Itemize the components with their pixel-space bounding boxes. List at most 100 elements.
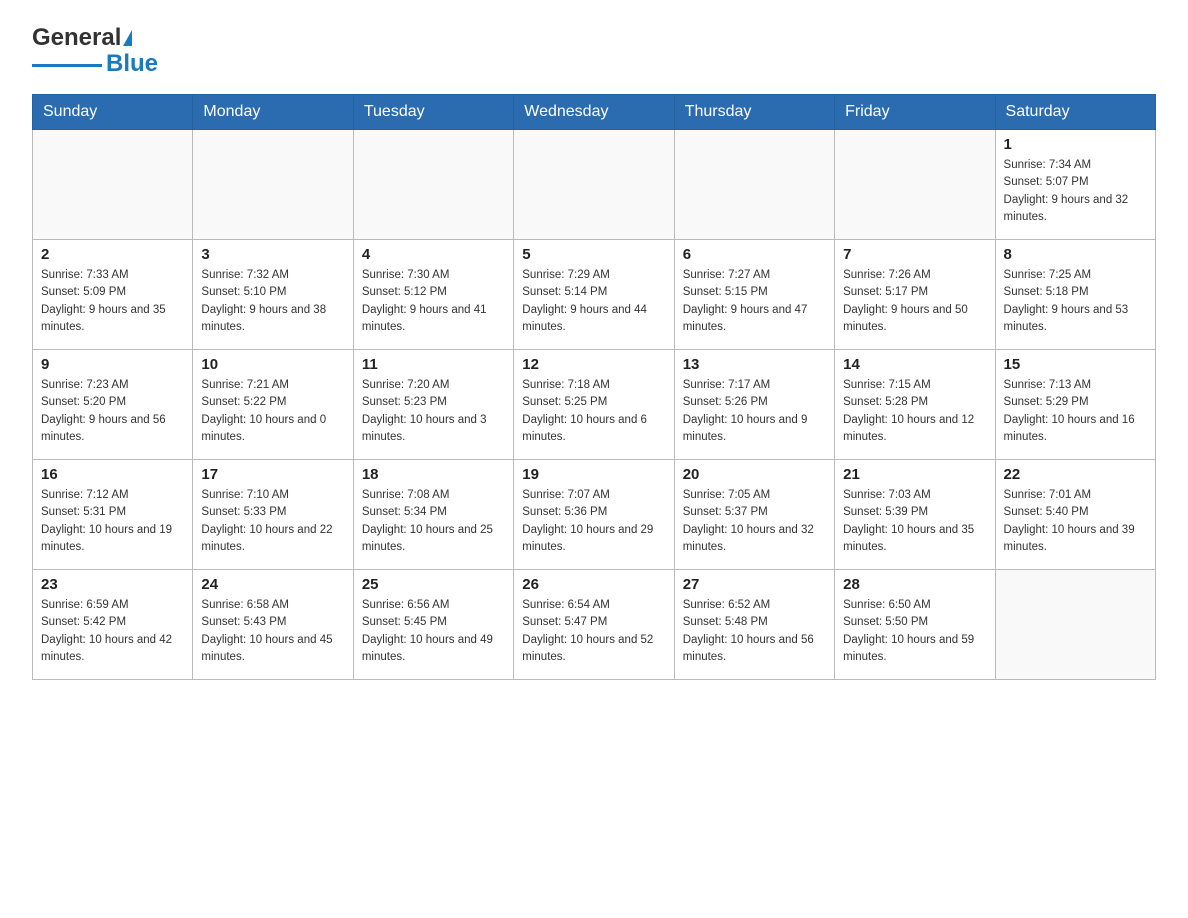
calendar-cell: [514, 130, 674, 240]
day-info: Sunrise: 6:58 AMSunset: 5:43 PMDaylight:…: [201, 597, 344, 666]
calendar-week-5: 23 Sunrise: 6:59 AMSunset: 5:42 PMDayligh…: [33, 570, 1156, 680]
day-info: Sunrise: 7:15 AMSunset: 5:28 PMDaylight:…: [843, 377, 986, 446]
day-number: 1: [1004, 136, 1147, 153]
column-header-friday: Friday: [835, 95, 995, 130]
day-number: 26: [522, 576, 665, 593]
logo-triangle-icon: [123, 30, 132, 46]
day-number: 22: [1004, 466, 1147, 483]
day-info: Sunrise: 7:27 AMSunset: 5:15 PMDaylight:…: [683, 267, 826, 336]
day-number: 23: [41, 576, 184, 593]
calendar-cell: 13 Sunrise: 7:17 AMSunset: 5:26 PMDayligh…: [674, 350, 834, 460]
day-info: Sunrise: 7:08 AMSunset: 5:34 PMDaylight:…: [362, 487, 505, 556]
logo: General Blue: [32, 24, 158, 78]
logo-wordmark: General: [32, 24, 132, 52]
day-info: Sunrise: 7:05 AMSunset: 5:37 PMDaylight:…: [683, 487, 826, 556]
calendar-cell: [995, 570, 1155, 680]
day-number: 13: [683, 356, 826, 373]
calendar-cell: 16 Sunrise: 7:12 AMSunset: 5:31 PMDayligh…: [33, 460, 193, 570]
column-header-saturday: Saturday: [995, 95, 1155, 130]
day-number: 25: [362, 576, 505, 593]
calendar-cell: 15 Sunrise: 7:13 AMSunset: 5:29 PMDayligh…: [995, 350, 1155, 460]
calendar-cell: 4Sunrise: 7:30 AMSunset: 5:12 PMDaylight…: [353, 240, 513, 350]
column-header-tuesday: Tuesday: [353, 95, 513, 130]
day-number: 2: [41, 246, 184, 263]
day-info: Sunrise: 7:30 AMSunset: 5:12 PMDaylight:…: [362, 267, 505, 336]
day-number: 10: [201, 356, 344, 373]
day-info: Sunrise: 7:01 AMSunset: 5:40 PMDaylight:…: [1004, 487, 1147, 556]
calendar-week-4: 16 Sunrise: 7:12 AMSunset: 5:31 PMDayligh…: [33, 460, 1156, 570]
calendar-cell: 26 Sunrise: 6:54 AMSunset: 5:47 PMDayligh…: [514, 570, 674, 680]
day-info: Sunrise: 6:56 AMSunset: 5:45 PMDaylight:…: [362, 597, 505, 666]
day-number: 3: [201, 246, 344, 263]
day-number: 11: [362, 356, 505, 373]
day-number: 9: [41, 356, 184, 373]
day-info: Sunrise: 7:07 AMSunset: 5:36 PMDaylight:…: [522, 487, 665, 556]
calendar-cell: 18 Sunrise: 7:08 AMSunset: 5:34 PMDayligh…: [353, 460, 513, 570]
calendar-week-3: 9 Sunrise: 7:23 AMSunset: 5:20 PMDaylight…: [33, 350, 1156, 460]
day-number: 18: [362, 466, 505, 483]
day-info: Sunrise: 7:34 AMSunset: 5:07 PMDaylight:…: [1004, 157, 1147, 226]
day-info: Sunrise: 6:52 AMSunset: 5:48 PMDaylight:…: [683, 597, 826, 666]
day-number: 19: [522, 466, 665, 483]
day-number: 15: [1004, 356, 1147, 373]
day-info: Sunrise: 7:10 AMSunset: 5:33 PMDaylight:…: [201, 487, 344, 556]
calendar-cell: 23 Sunrise: 6:59 AMSunset: 5:42 PMDayligh…: [33, 570, 193, 680]
page-header: General Blue: [32, 24, 1156, 78]
day-number: 21: [843, 466, 986, 483]
calendar-cell: 2 Sunrise: 7:33 AMSunset: 5:09 PMDaylight…: [33, 240, 193, 350]
day-info: Sunrise: 7:20 AMSunset: 5:23 PMDaylight:…: [362, 377, 505, 446]
calendar-cell: 7Sunrise: 7:26 AMSunset: 5:17 PMDaylight…: [835, 240, 995, 350]
column-header-sunday: Sunday: [33, 95, 193, 130]
day-number: 27: [683, 576, 826, 593]
day-info: Sunrise: 7:03 AMSunset: 5:39 PMDaylight:…: [843, 487, 986, 556]
day-info: Sunrise: 7:21 AMSunset: 5:22 PMDaylight:…: [201, 377, 344, 446]
day-number: 17: [201, 466, 344, 483]
day-number: 8: [1004, 246, 1147, 263]
day-number: 12: [522, 356, 665, 373]
day-info: Sunrise: 7:32 AMSunset: 5:10 PMDaylight:…: [201, 267, 344, 336]
day-number: 16: [41, 466, 184, 483]
day-info: Sunrise: 7:13 AMSunset: 5:29 PMDaylight:…: [1004, 377, 1147, 446]
calendar-cell: 22 Sunrise: 7:01 AMSunset: 5:40 PMDayligh…: [995, 460, 1155, 570]
day-info: Sunrise: 6:54 AMSunset: 5:47 PMDaylight:…: [522, 597, 665, 666]
calendar-cell: 27 Sunrise: 6:52 AMSunset: 5:48 PMDayligh…: [674, 570, 834, 680]
day-info: Sunrise: 7:25 AMSunset: 5:18 PMDaylight:…: [1004, 267, 1147, 336]
column-header-monday: Monday: [193, 95, 353, 130]
day-info: Sunrise: 7:23 AMSunset: 5:20 PMDaylight:…: [41, 377, 184, 446]
calendar-cell: 1 Sunrise: 7:34 AMSunset: 5:07 PMDaylight…: [995, 130, 1155, 240]
calendar-cell: 25 Sunrise: 6:56 AMSunset: 5:45 PMDayligh…: [353, 570, 513, 680]
day-info: Sunrise: 7:17 AMSunset: 5:26 PMDaylight:…: [683, 377, 826, 446]
column-header-wednesday: Wednesday: [514, 95, 674, 130]
calendar-week-2: 2 Sunrise: 7:33 AMSunset: 5:09 PMDaylight…: [33, 240, 1156, 350]
calendar-cell: 19 Sunrise: 7:07 AMSunset: 5:36 PMDayligh…: [514, 460, 674, 570]
day-number: 20: [683, 466, 826, 483]
calendar-table: SundayMondayTuesdayWednesdayThursdayFrid…: [32, 94, 1156, 680]
calendar-cell: 11 Sunrise: 7:20 AMSunset: 5:23 PMDayligh…: [353, 350, 513, 460]
calendar-cell: 14 Sunrise: 7:15 AMSunset: 5:28 PMDayligh…: [835, 350, 995, 460]
calendar-header-row: SundayMondayTuesdayWednesdayThursdayFrid…: [33, 95, 1156, 130]
calendar-cell: 10 Sunrise: 7:21 AMSunset: 5:22 PMDayligh…: [193, 350, 353, 460]
day-info: Sunrise: 6:50 AMSunset: 5:50 PMDaylight:…: [843, 597, 986, 666]
calendar-cell: 9 Sunrise: 7:23 AMSunset: 5:20 PMDaylight…: [33, 350, 193, 460]
logo-general: General: [32, 24, 121, 52]
day-number: 7: [843, 246, 986, 263]
logo-line: [32, 64, 102, 67]
calendar-cell: [33, 130, 193, 240]
calendar-cell: 17 Sunrise: 7:10 AMSunset: 5:33 PMDayligh…: [193, 460, 353, 570]
day-number: 28: [843, 576, 986, 593]
calendar-cell: 20 Sunrise: 7:05 AMSunset: 5:37 PMDayligh…: [674, 460, 834, 570]
calendar-cell: 8 Sunrise: 7:25 AMSunset: 5:18 PMDaylight…: [995, 240, 1155, 350]
day-info: Sunrise: 7:12 AMSunset: 5:31 PMDaylight:…: [41, 487, 184, 556]
day-number: 14: [843, 356, 986, 373]
calendar-cell: 3 Sunrise: 7:32 AMSunset: 5:10 PMDaylight…: [193, 240, 353, 350]
logo-blue: Blue: [106, 50, 158, 78]
calendar-cell: 21 Sunrise: 7:03 AMSunset: 5:39 PMDayligh…: [835, 460, 995, 570]
day-info: Sunrise: 6:59 AMSunset: 5:42 PMDaylight:…: [41, 597, 184, 666]
calendar-cell: 6Sunrise: 7:27 AMSunset: 5:15 PMDaylight…: [674, 240, 834, 350]
calendar-cell: 5Sunrise: 7:29 AMSunset: 5:14 PMDaylight…: [514, 240, 674, 350]
calendar-cell: [353, 130, 513, 240]
logo-bottom: Blue: [32, 50, 158, 78]
column-header-thursday: Thursday: [674, 95, 834, 130]
day-info: Sunrise: 7:33 AMSunset: 5:09 PMDaylight:…: [41, 267, 184, 336]
day-info: Sunrise: 7:29 AMSunset: 5:14 PMDaylight:…: [522, 267, 665, 336]
